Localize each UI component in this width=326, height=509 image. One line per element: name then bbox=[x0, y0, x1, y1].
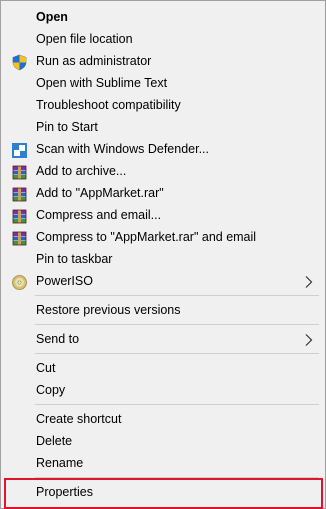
menu-item-label: Scan with Windows Defender... bbox=[36, 142, 209, 156]
menu-item-label: Delete bbox=[36, 434, 73, 448]
menu-item-label: Cut bbox=[36, 361, 56, 375]
menu-item-label: Pin to taskbar bbox=[36, 252, 113, 266]
menu-separator bbox=[35, 324, 319, 325]
menu-item-rename[interactable]: Rename bbox=[2, 453, 324, 475]
menu-item-add-to-archive[interactable]: Add to archive... bbox=[2, 161, 324, 183]
menu-separator bbox=[35, 353, 319, 354]
menu-item-label: Add to "AppMarket.rar" bbox=[36, 186, 164, 200]
menu-item-send-to[interactable]: Send to bbox=[2, 329, 324, 351]
menu-item-open[interactable]: Open bbox=[2, 7, 324, 29]
menu-item-label: Restore previous versions bbox=[36, 303, 181, 317]
menu-item-label: Compress to "AppMarket.rar" and email bbox=[36, 230, 257, 244]
menu-item-label: Rename bbox=[36, 456, 84, 470]
menu-item-troubleshoot-compatibility[interactable]: Troubleshoot compatibility bbox=[2, 95, 324, 117]
properties-highlight-box bbox=[4, 478, 323, 509]
menu-item-pin-to-taskbar[interactable]: Pin to taskbar bbox=[2, 249, 324, 271]
menu-separator bbox=[35, 404, 319, 405]
submenu-arrow-icon bbox=[304, 275, 314, 289]
menu-item-label: Open bbox=[36, 10, 68, 24]
winrar-icon bbox=[11, 208, 28, 225]
menu-item-label: Create shortcut bbox=[36, 412, 122, 426]
windows-defender-icon bbox=[11, 142, 28, 159]
menu-item-poweriso[interactable]: PowerISO bbox=[2, 271, 324, 293]
winrar-icon bbox=[11, 164, 28, 181]
menu-item-scan-with-windows-defender[interactable]: Scan with Windows Defender... bbox=[2, 139, 324, 161]
menu-item-label: Copy bbox=[36, 383, 66, 397]
menu-separator bbox=[35, 295, 319, 296]
winrar-icon bbox=[11, 230, 28, 247]
menu-item-run-as-administrator[interactable]: Run as administrator bbox=[2, 51, 324, 73]
uac-shield-icon bbox=[11, 54, 28, 71]
menu-item-open-file-location[interactable]: Open file location bbox=[2, 29, 324, 51]
menu-item-label: Add to archive... bbox=[36, 164, 127, 178]
poweriso-disc-icon bbox=[11, 274, 28, 291]
submenu-arrow-icon bbox=[304, 333, 314, 347]
menu-item-label: Compress and email... bbox=[36, 208, 162, 222]
menu-item-label: Troubleshoot compatibility bbox=[36, 98, 181, 112]
winrar-icon bbox=[11, 186, 28, 203]
menu-item-add-to-appmarket-rar[interactable]: Add to "AppMarket.rar" bbox=[2, 183, 324, 205]
menu-item-create-shortcut[interactable]: Create shortcut bbox=[2, 409, 324, 431]
menu-item-label: PowerISO bbox=[36, 274, 93, 288]
menu-item-compress-to-appmarket-rar-and-email[interactable]: Compress to "AppMarket.rar" and email bbox=[2, 227, 324, 249]
menu-item-copy[interactable]: Copy bbox=[2, 380, 324, 402]
menu-item-compress-and-email[interactable]: Compress and email... bbox=[2, 205, 324, 227]
menu-item-open-with-sublime-text[interactable]: Open with Sublime Text bbox=[2, 73, 324, 95]
menu-item-label: Pin to Start bbox=[36, 120, 98, 134]
menu-item-restore-previous-versions[interactable]: Restore previous versions bbox=[2, 300, 324, 322]
menu-item-pin-to-start[interactable]: Pin to Start bbox=[2, 117, 324, 139]
menu-item-label: Open file location bbox=[36, 32, 133, 46]
context-menu: Open Open file location Run as administr… bbox=[0, 0, 326, 509]
menu-item-label: Open with Sublime Text bbox=[36, 76, 168, 90]
menu-item-label: Send to bbox=[36, 332, 80, 346]
menu-item-cut[interactable]: Cut bbox=[2, 358, 324, 380]
menu-item-delete[interactable]: Delete bbox=[2, 431, 324, 453]
menu-item-label: Run as administrator bbox=[36, 54, 152, 68]
